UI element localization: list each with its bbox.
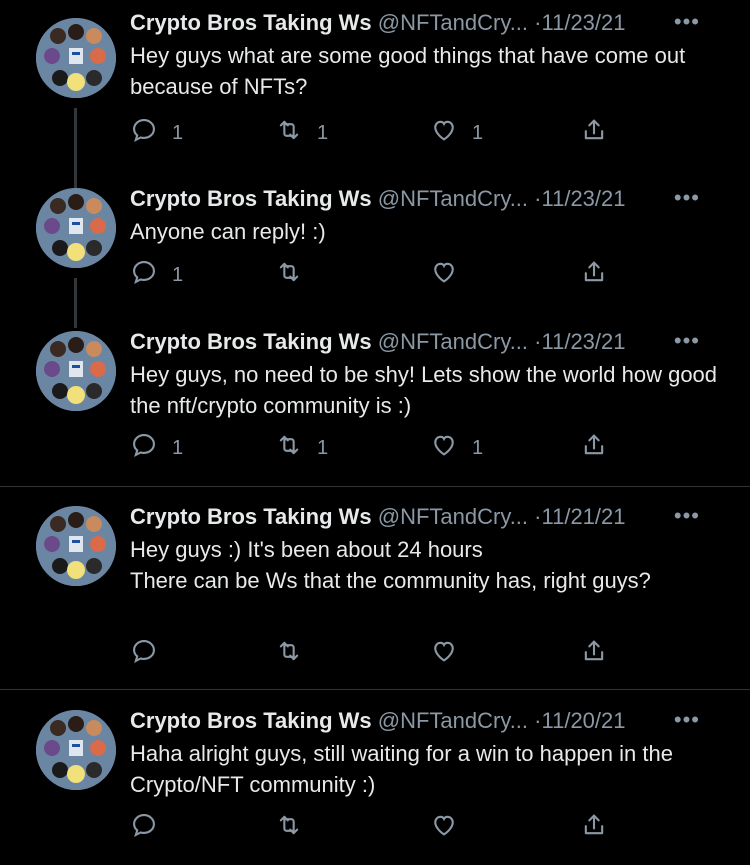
timestamp[interactable]: 11/23/21 <box>542 10 626 35</box>
share-button[interactable] <box>580 637 608 671</box>
like-button[interactable] <box>430 258 472 292</box>
retweet-icon <box>275 431 303 465</box>
tweet-actions: 1 <box>130 258 630 288</box>
more-options-icon[interactable]: ••• <box>674 707 700 733</box>
separator: · <box>534 329 542 354</box>
reply-icon <box>130 811 158 845</box>
handle[interactable]: @NFTandCry... <box>378 10 528 35</box>
share-icon <box>580 637 608 671</box>
avatar[interactable] <box>36 18 116 98</box>
timestamp[interactable]: 11/21/21 <box>542 504 626 529</box>
more-options-icon[interactable]: ••• <box>674 503 700 529</box>
tweet-actions <box>130 637 630 667</box>
tweet-text: Anyone can reply! :) <box>130 219 326 244</box>
retweet-button[interactable] <box>275 258 317 292</box>
retweet-button[interactable]: 1 <box>275 431 328 465</box>
separator: · <box>534 10 542 35</box>
reply-icon <box>130 637 158 671</box>
reply-icon <box>130 258 158 292</box>
reply-count: 1 <box>172 121 184 144</box>
reply-button[interactable]: 1 <box>130 431 183 465</box>
display-name[interactable]: Crypto Bros Taking Ws <box>130 10 372 35</box>
separator: · <box>534 504 542 529</box>
handle[interactable]: @NFTandCry... <box>378 504 528 529</box>
like-button[interactable]: 1 <box>430 116 483 150</box>
more-options-icon[interactable]: ••• <box>674 328 700 354</box>
share-button[interactable] <box>580 116 608 150</box>
retweet-icon <box>275 258 303 292</box>
retweet-button[interactable]: 1 <box>275 116 328 150</box>
retweet-button[interactable] <box>275 637 317 671</box>
display-name[interactable]: Crypto Bros Taking Ws <box>130 186 372 211</box>
more-options-icon[interactable]: ••• <box>674 185 700 211</box>
thread-line <box>74 278 77 328</box>
reply-button[interactable]: 1 <box>130 258 183 292</box>
tweet-text: Hey guys :) It's been about 24 hours The… <box>130 537 651 593</box>
handle[interactable]: @NFTandCry... <box>378 708 528 733</box>
timestamp[interactable]: 11/23/21 <box>542 329 626 354</box>
separator: · <box>534 186 542 211</box>
retweet-button[interactable] <box>275 811 317 845</box>
divider <box>0 486 750 487</box>
share-icon <box>580 431 608 465</box>
thread-line <box>74 108 77 188</box>
retweet-count: 1 <box>317 121 329 144</box>
tweet-actions: 1 1 1 <box>130 431 630 461</box>
reply-icon <box>130 116 158 150</box>
handle[interactable]: @NFTandCry... <box>378 186 528 211</box>
divider <box>0 689 750 690</box>
reply-count: 1 <box>172 436 184 459</box>
display-name[interactable]: Crypto Bros Taking Ws <box>130 708 372 733</box>
more-options-icon[interactable]: ••• <box>674 9 700 35</box>
retweet-icon <box>275 116 303 150</box>
avatar[interactable] <box>36 188 116 268</box>
separator: · <box>534 708 542 733</box>
reply-button[interactable]: 1 <box>130 116 183 150</box>
tweet-actions: 1 1 1 <box>130 116 630 146</box>
tweet-text: Haha alright guys, still waiting for a w… <box>130 741 673 797</box>
avatar[interactable] <box>36 506 116 586</box>
like-button[interactable]: 1 <box>430 431 483 465</box>
avatar[interactable] <box>36 331 116 411</box>
like-button[interactable] <box>430 811 472 845</box>
share-button[interactable] <box>580 811 608 845</box>
reply-button[interactable] <box>130 811 172 845</box>
display-name[interactable]: Crypto Bros Taking Ws <box>130 329 372 354</box>
like-icon <box>430 431 458 465</box>
like-button[interactable] <box>430 637 472 671</box>
timestamp[interactable]: 11/23/21 <box>542 186 626 211</box>
avatar[interactable] <box>36 710 116 790</box>
retweet-icon <box>275 811 303 845</box>
like-icon <box>430 116 458 150</box>
handle[interactable]: @NFTandCry... <box>378 329 528 354</box>
share-icon <box>580 116 608 150</box>
like-count: 1 <box>472 436 484 459</box>
timestamp[interactable]: 11/20/21 <box>542 708 626 733</box>
like-icon <box>430 637 458 671</box>
reply-count: 1 <box>172 263 184 286</box>
share-icon <box>580 258 608 292</box>
share-button[interactable] <box>580 431 608 465</box>
tweet-text: Hey guys, no need to be shy! Lets show t… <box>130 362 718 418</box>
like-icon <box>430 258 458 292</box>
retweet-count: 1 <box>317 436 329 459</box>
display-name[interactable]: Crypto Bros Taking Ws <box>130 504 372 529</box>
reply-button[interactable] <box>130 637 172 671</box>
like-icon <box>430 811 458 845</box>
tweet-text: Hey guys what are some good things that … <box>130 43 686 99</box>
retweet-icon <box>275 637 303 671</box>
tweet-actions <box>130 811 630 841</box>
share-button[interactable] <box>580 258 608 292</box>
share-icon <box>580 811 608 845</box>
reply-icon <box>130 431 158 465</box>
like-count: 1 <box>472 121 484 144</box>
